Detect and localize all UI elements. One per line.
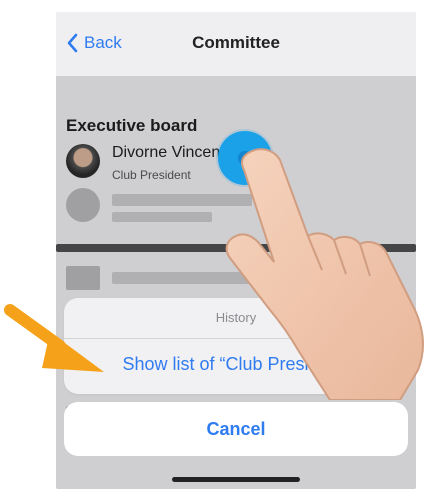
home-indicator — [172, 477, 300, 482]
page-title: Committee — [192, 33, 280, 52]
pointing-hand-icon — [225, 148, 424, 400]
annotation-arrow-icon — [4, 304, 104, 372]
cancel-button[interactable]: Cancel — [64, 402, 408, 456]
navigation-bar: Back Committee — [56, 12, 416, 76]
